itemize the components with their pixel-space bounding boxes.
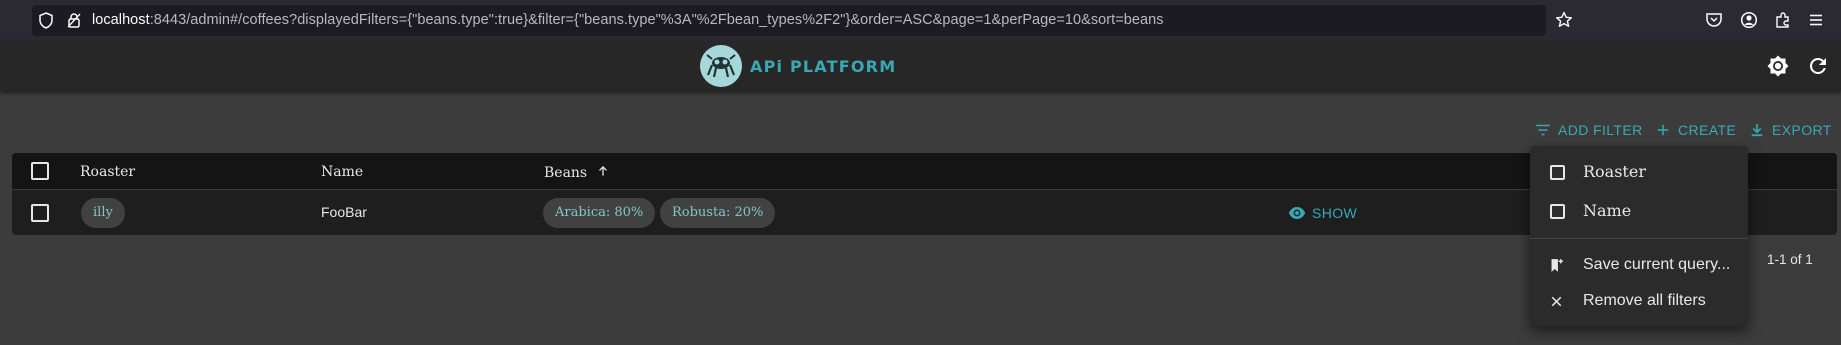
api-platform-logo: APi PLATFORM <box>700 45 896 87</box>
add-filter-button[interactable]: ADD FILTER <box>1534 118 1643 142</box>
menu-item-label: Remove all filters <box>1583 292 1706 309</box>
menu-item-remove-filters[interactable]: Remove all filters <box>1530 284 1748 318</box>
menu-item-label: Roaster <box>1583 162 1646 181</box>
pocket-icon[interactable] <box>1705 11 1723 29</box>
theme-toggle-icon[interactable] <box>1766 54 1790 78</box>
bean-chip[interactable]: Arabica: 80% <box>543 198 656 228</box>
column-header-beans-label: Beans <box>544 165 588 181</box>
url-text[interactable]: localhost:8443/admin#/coffees?displayedF… <box>92 12 1164 28</box>
menu-item-save-query[interactable]: Save current query... <box>1530 248 1748 282</box>
logo-text: APi PLATFORM <box>750 56 897 76</box>
spider-logo-icon <box>700 45 742 87</box>
bean-chip[interactable]: Robusta: 20% <box>660 198 776 228</box>
menu-item-name[interactable]: Name <box>1530 194 1748 228</box>
column-header-roaster[interactable]: Roaster <box>80 164 135 180</box>
shield-icon[interactable] <box>38 12 54 29</box>
export-label: EXPORT <box>1772 122 1832 138</box>
add-filter-label: ADD FILTER <box>1558 122 1643 138</box>
show-label: SHOW <box>1312 205 1358 221</box>
app-bar: APi PLATFORM <box>0 41 1841 91</box>
menu-divider <box>1530 238 1748 239</box>
url-host: localhost <box>92 12 150 28</box>
column-header-name[interactable]: Name <box>321 164 363 180</box>
roaster-filter-checkbox[interactable] <box>1550 165 1565 180</box>
close-icon <box>1551 296 1562 307</box>
browser-toolbar: localhost:8443/admin#/coffees?displayedF… <box>0 0 1841 41</box>
name-filter-checkbox[interactable] <box>1550 204 1565 219</box>
bookmark-star-icon[interactable] <box>1555 11 1573 29</box>
refresh-icon[interactable] <box>1806 54 1830 78</box>
eye-icon <box>1288 207 1306 219</box>
create-button[interactable]: CREATE <box>1654 118 1736 142</box>
menu-item-roaster[interactable]: Roaster <box>1530 155 1748 189</box>
lock-icon[interactable] <box>66 12 82 29</box>
extensions-icon[interactable] <box>1774 11 1792 29</box>
column-header-beans[interactable]: Beans <box>544 164 610 181</box>
arrow-up-icon <box>598 166 607 176</box>
menu-item-label: Save current query... <box>1583 256 1731 273</box>
download-icon <box>1751 124 1763 137</box>
add-filter-menu: Roaster Name Save current query... Remov… <box>1530 146 1748 326</box>
url-path: :8443/admin#/coffees?displayedFilters={"… <box>149 12 1164 28</box>
account-icon[interactable] <box>1740 11 1758 29</box>
create-label: CREATE <box>1678 122 1737 138</box>
select-all-checkbox[interactable] <box>31 162 49 180</box>
show-button[interactable]: SHOW <box>1288 204 1357 222</box>
plus-icon <box>1657 124 1669 136</box>
filter-list-icon <box>1536 124 1550 136</box>
roaster-chip[interactable]: illy <box>81 198 125 228</box>
menu-icon[interactable] <box>1807 11 1825 29</box>
bookmark-add-icon <box>1551 259 1563 272</box>
export-button[interactable]: EXPORT <box>1748 118 1832 142</box>
pagination-label: 1-1 of 1 <box>1767 252 1813 267</box>
row-checkbox[interactable] <box>31 204 49 222</box>
row-name: FooBar <box>321 204 367 220</box>
menu-item-label: Name <box>1583 201 1632 220</box>
